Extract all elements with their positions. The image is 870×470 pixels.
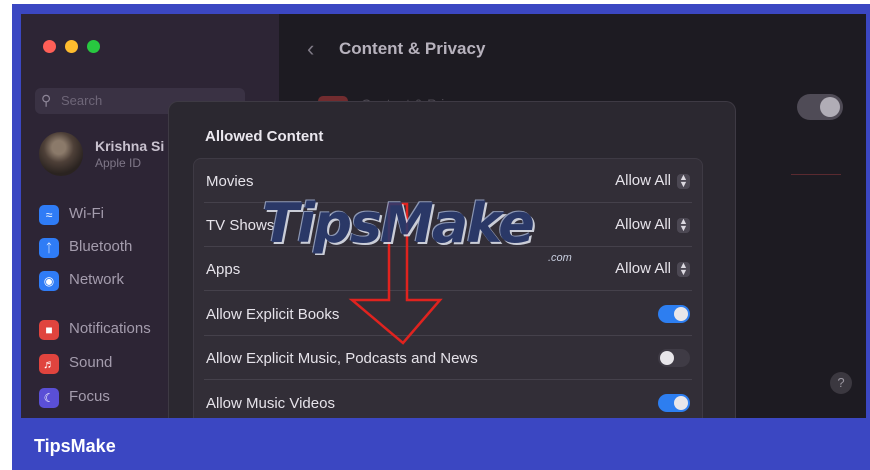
- screenshot-frame: ⚲ Search Krishna Si Apple ID ≈ Wi-Fi ᛏ B…: [0, 0, 870, 470]
- watermark-suffix: .com: [548, 252, 572, 264]
- footer-brand: TipsMake: [34, 436, 116, 456]
- watermark-logo: TipsMake: [262, 192, 535, 255]
- footer-banner: TipsMake: [12, 418, 870, 470]
